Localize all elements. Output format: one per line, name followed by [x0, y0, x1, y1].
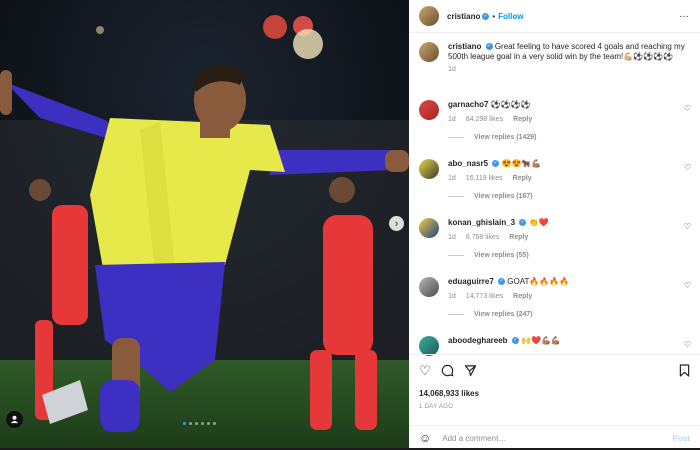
post-panel: cristiano ✓ • Follow … cristiano ✓ Great… — [409, 0, 700, 448]
comment-text: 👏❤️ — [528, 218, 549, 227]
comment-time: 1d — [448, 293, 456, 300]
separator-dot: • — [492, 11, 496, 21]
post-button[interactable]: Post — [673, 434, 690, 443]
chevron-right-icon[interactable]: › — [389, 216, 404, 231]
comment-username[interactable]: konan_ghislain_3 — [448, 218, 515, 227]
carousel-dot — [201, 422, 204, 425]
comment-input[interactable] — [440, 432, 655, 444]
carousel-dot — [195, 422, 198, 425]
avatar[interactable] — [419, 336, 439, 356]
comment-likes[interactable]: 84,298 likes — [466, 116, 503, 123]
comment-time: 1d — [448, 116, 456, 123]
view-replies-label: View replies (1429) — [474, 134, 537, 141]
comment-likes[interactable]: 16,119 likes — [466, 175, 503, 182]
carousel-dot — [213, 422, 216, 425]
view-replies-button[interactable]: View replies (55) — [448, 252, 691, 259]
emoji-icon[interactable]: ☺ — [419, 431, 431, 445]
likes-count[interactable]: 14,068,933 likes — [419, 389, 479, 398]
avatar[interactable] — [419, 6, 439, 26]
comment-username[interactable]: garnacho7 — [448, 100, 488, 109]
comment-icon[interactable] — [441, 364, 454, 380]
verified-icon: ✓ — [492, 160, 500, 168]
comment-username[interactable]: eduaguirre7 — [448, 277, 494, 286]
post-header: cristiano ✓ • Follow … — [409, 0, 700, 33]
comment-time: 1d — [448, 234, 456, 241]
heart-icon[interactable]: ♡ — [684, 281, 691, 290]
post-time: 1 DAY AGO — [419, 404, 454, 410]
avatar[interactable] — [419, 159, 439, 179]
verified-icon: ✓ — [485, 43, 493, 51]
comment-text: 🙌❤️💪🏽💪🏽 — [521, 336, 561, 345]
heart-icon[interactable]: ♡ — [684, 104, 691, 113]
view-replies-label: View replies (167) — [474, 193, 533, 200]
comment-likes[interactable]: 8,768 likes — [466, 234, 499, 241]
comment-time: 1d — [448, 175, 456, 182]
reply-button[interactable]: Reply — [513, 175, 532, 182]
reply-button[interactable]: Reply — [509, 234, 528, 241]
heart-icon[interactable]: ♡ — [684, 340, 691, 349]
view-replies-button[interactable]: View replies (167) — [448, 193, 691, 200]
more-options-icon[interactable]: … — [679, 9, 690, 20]
view-replies-button[interactable]: View replies (247) — [448, 311, 691, 318]
share-icon[interactable] — [464, 364, 477, 380]
comment-text: 😍😍🐂💪🏽 — [501, 159, 542, 168]
view-replies-button[interactable]: View replies (1429) — [448, 134, 691, 141]
carousel-dot — [183, 422, 186, 425]
carousel-dots — [183, 422, 216, 425]
user-tag-icon[interactable] — [6, 411, 23, 428]
comment-text: ⚽⚽⚽⚽ — [490, 100, 531, 109]
caption-time: 1d — [448, 66, 456, 73]
author-username[interactable]: cristiano — [447, 12, 480, 21]
photo-art — [0, 0, 409, 448]
avatar[interactable] — [419, 277, 439, 297]
reply-button[interactable]: Reply — [513, 293, 532, 300]
comment-likes[interactable]: 14,773 likes — [466, 293, 503, 300]
comment-item: abo_nasr5 ✓ 😍😍🐂💪🏽 1d 16,119 likes Reply Vi… — [419, 159, 691, 200]
heart-icon[interactable]: ♡ — [684, 222, 691, 231]
avatar[interactable] — [419, 100, 439, 120]
verified-icon: ✓ — [511, 337, 519, 345]
comment-text: GOAT🔥🔥🔥🔥 — [507, 277, 570, 286]
post-caption: cristiano ✓ Great feeling to have scored… — [419, 42, 691, 75]
heart-icon[interactable]: ♡ — [684, 163, 691, 172]
caption-text: Great feeling to have scored 4 goals and… — [448, 42, 685, 61]
post-photo[interactable]: › — [0, 0, 409, 448]
carousel-dot — [189, 422, 192, 425]
verified-icon: ✓ — [498, 278, 506, 286]
comment-item: garnacho7 ⚽⚽⚽⚽ 1d 84,298 likes Reply View … — [419, 100, 691, 141]
carousel-dot — [207, 422, 210, 425]
follow-button[interactable]: Follow — [498, 12, 523, 21]
reply-button[interactable]: Reply — [513, 116, 532, 123]
view-replies-label: View replies (247) — [474, 311, 533, 318]
comment-username[interactable]: aboodeghareeb — [448, 336, 508, 345]
avatar[interactable] — [419, 218, 439, 238]
add-comment-bar: ☺ Post — [409, 425, 700, 450]
comment-item: konan_ghislain_3 ✓ 👏❤️ 1d 8,768 likes Repl… — [419, 218, 691, 259]
verified-icon: ✓ — [519, 219, 527, 227]
avatar[interactable] — [419, 42, 439, 62]
comment-item: aboodeghareeb ✓ 🙌❤️💪🏽💪🏽 ♡ — [419, 336, 691, 356]
comment-item: eduaguirre7 ✓ GOAT🔥🔥🔥🔥 1d 14,773 likes Rep… — [419, 277, 691, 318]
view-replies-label: View replies (55) — [474, 252, 529, 259]
bookmark-icon[interactable] — [679, 364, 690, 380]
heart-icon[interactable]: ♡ — [419, 364, 431, 380]
comment-username[interactable]: abo_nasr5 — [448, 159, 488, 168]
post-actions: ♡ 14,068,933 likes 1 DAY AGO ☺ Post — [409, 354, 700, 449]
verified-icon: ✓ — [482, 12, 490, 20]
caption-username[interactable]: cristiano — [448, 42, 481, 51]
